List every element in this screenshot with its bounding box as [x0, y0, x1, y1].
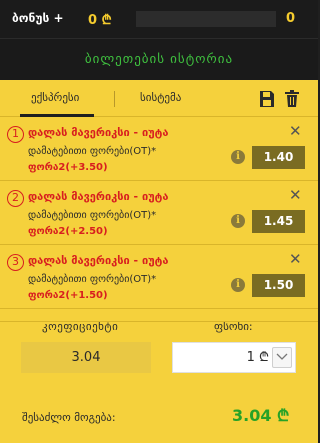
stake-input[interactable]: 1 ₾ — [172, 342, 296, 373]
bonus-progress-track — [136, 11, 276, 27]
divider — [0, 321, 318, 322]
selection-market: დამატებითი ფორები(OT)* — [28, 210, 157, 221]
possible-win-label: შესაძლო მოგება: — [22, 411, 116, 424]
selection-row: 3 დალას მავერიკსი - იუტა დამატებითი ფორე… — [0, 246, 318, 309]
info-icon[interactable]: i — [231, 214, 245, 228]
tab-system[interactable]: სისტემა — [140, 91, 181, 104]
selection-number: 2 — [7, 190, 24, 207]
stake-calculator: კოეფიციენტი ფსონი: 3.04 1 ₾ — [0, 310, 318, 400]
tab-divider — [114, 91, 115, 107]
info-icon[interactable]: i — [231, 150, 245, 164]
selection-row: 1 დალას მავერიკსი - იუტა დამატებითი ფორე… — [0, 118, 318, 181]
ticket-history-label: ბილეთების ისტორია — [84, 52, 234, 67]
ticket-history-button[interactable]: ბილეთების ისტორია — [0, 38, 318, 80]
selection-odds: 1.50 — [252, 274, 305, 297]
selection-pick: ფორა2(+3.50) — [28, 162, 108, 173]
possible-win-value: 3.04 ₾ — [232, 406, 290, 425]
save-icon[interactable] — [259, 90, 275, 108]
close-icon[interactable]: ✕ — [289, 186, 302, 204]
close-icon[interactable]: ✕ — [289, 250, 302, 268]
trash-icon[interactable] — [285, 90, 301, 108]
top-bar: ბონუს + 0 ₾ 0 — [0, 0, 318, 38]
selection-event: დალას მავერიკსი - იუტა — [28, 126, 169, 139]
selection-odds: 1.45 — [252, 210, 305, 233]
close-icon[interactable]: ✕ — [289, 122, 302, 140]
selection-number: 1 — [7, 126, 24, 143]
bonus-value: 0 ₾ — [88, 13, 112, 28]
coefficient-value: 3.04 — [21, 342, 151, 373]
selection-market: დამატებითი ფორები(OT)* — [28, 146, 157, 157]
selection-pick: ფორა2(+1.50) — [28, 290, 108, 301]
selection-market: დამატებითი ფორები(OT)* — [28, 274, 157, 285]
selection-number: 3 — [7, 254, 24, 271]
selection-event: დალას მავერიკსი - იუტა — [28, 190, 169, 203]
chevron-down-icon[interactable] — [272, 347, 292, 368]
selection-odds: 1.40 — [252, 146, 305, 169]
tab-express[interactable]: ექსპრესი — [31, 91, 79, 104]
info-icon[interactable]: i — [231, 278, 245, 292]
bonus-count: 0 — [286, 11, 296, 26]
active-tab-indicator — [20, 114, 94, 117]
stake-value[interactable]: 1 ₾ — [173, 343, 269, 372]
selection-event: დალას მავერიკსი - იუტა — [28, 254, 169, 267]
selection-pick: ფორა2(+2.50) — [28, 226, 108, 237]
bet-type-tabs: ექსპრესი სისტემა — [0, 80, 318, 117]
selection-row: 2 დალას მავერიკსი - იუტა დამატებითი ფორე… — [0, 182, 318, 245]
bonus-label: ბონუს + — [12, 11, 64, 25]
bet-slip: ექსპრესი სისტემა 1 დალას მავერიკსი - იუტ… — [0, 80, 318, 443]
